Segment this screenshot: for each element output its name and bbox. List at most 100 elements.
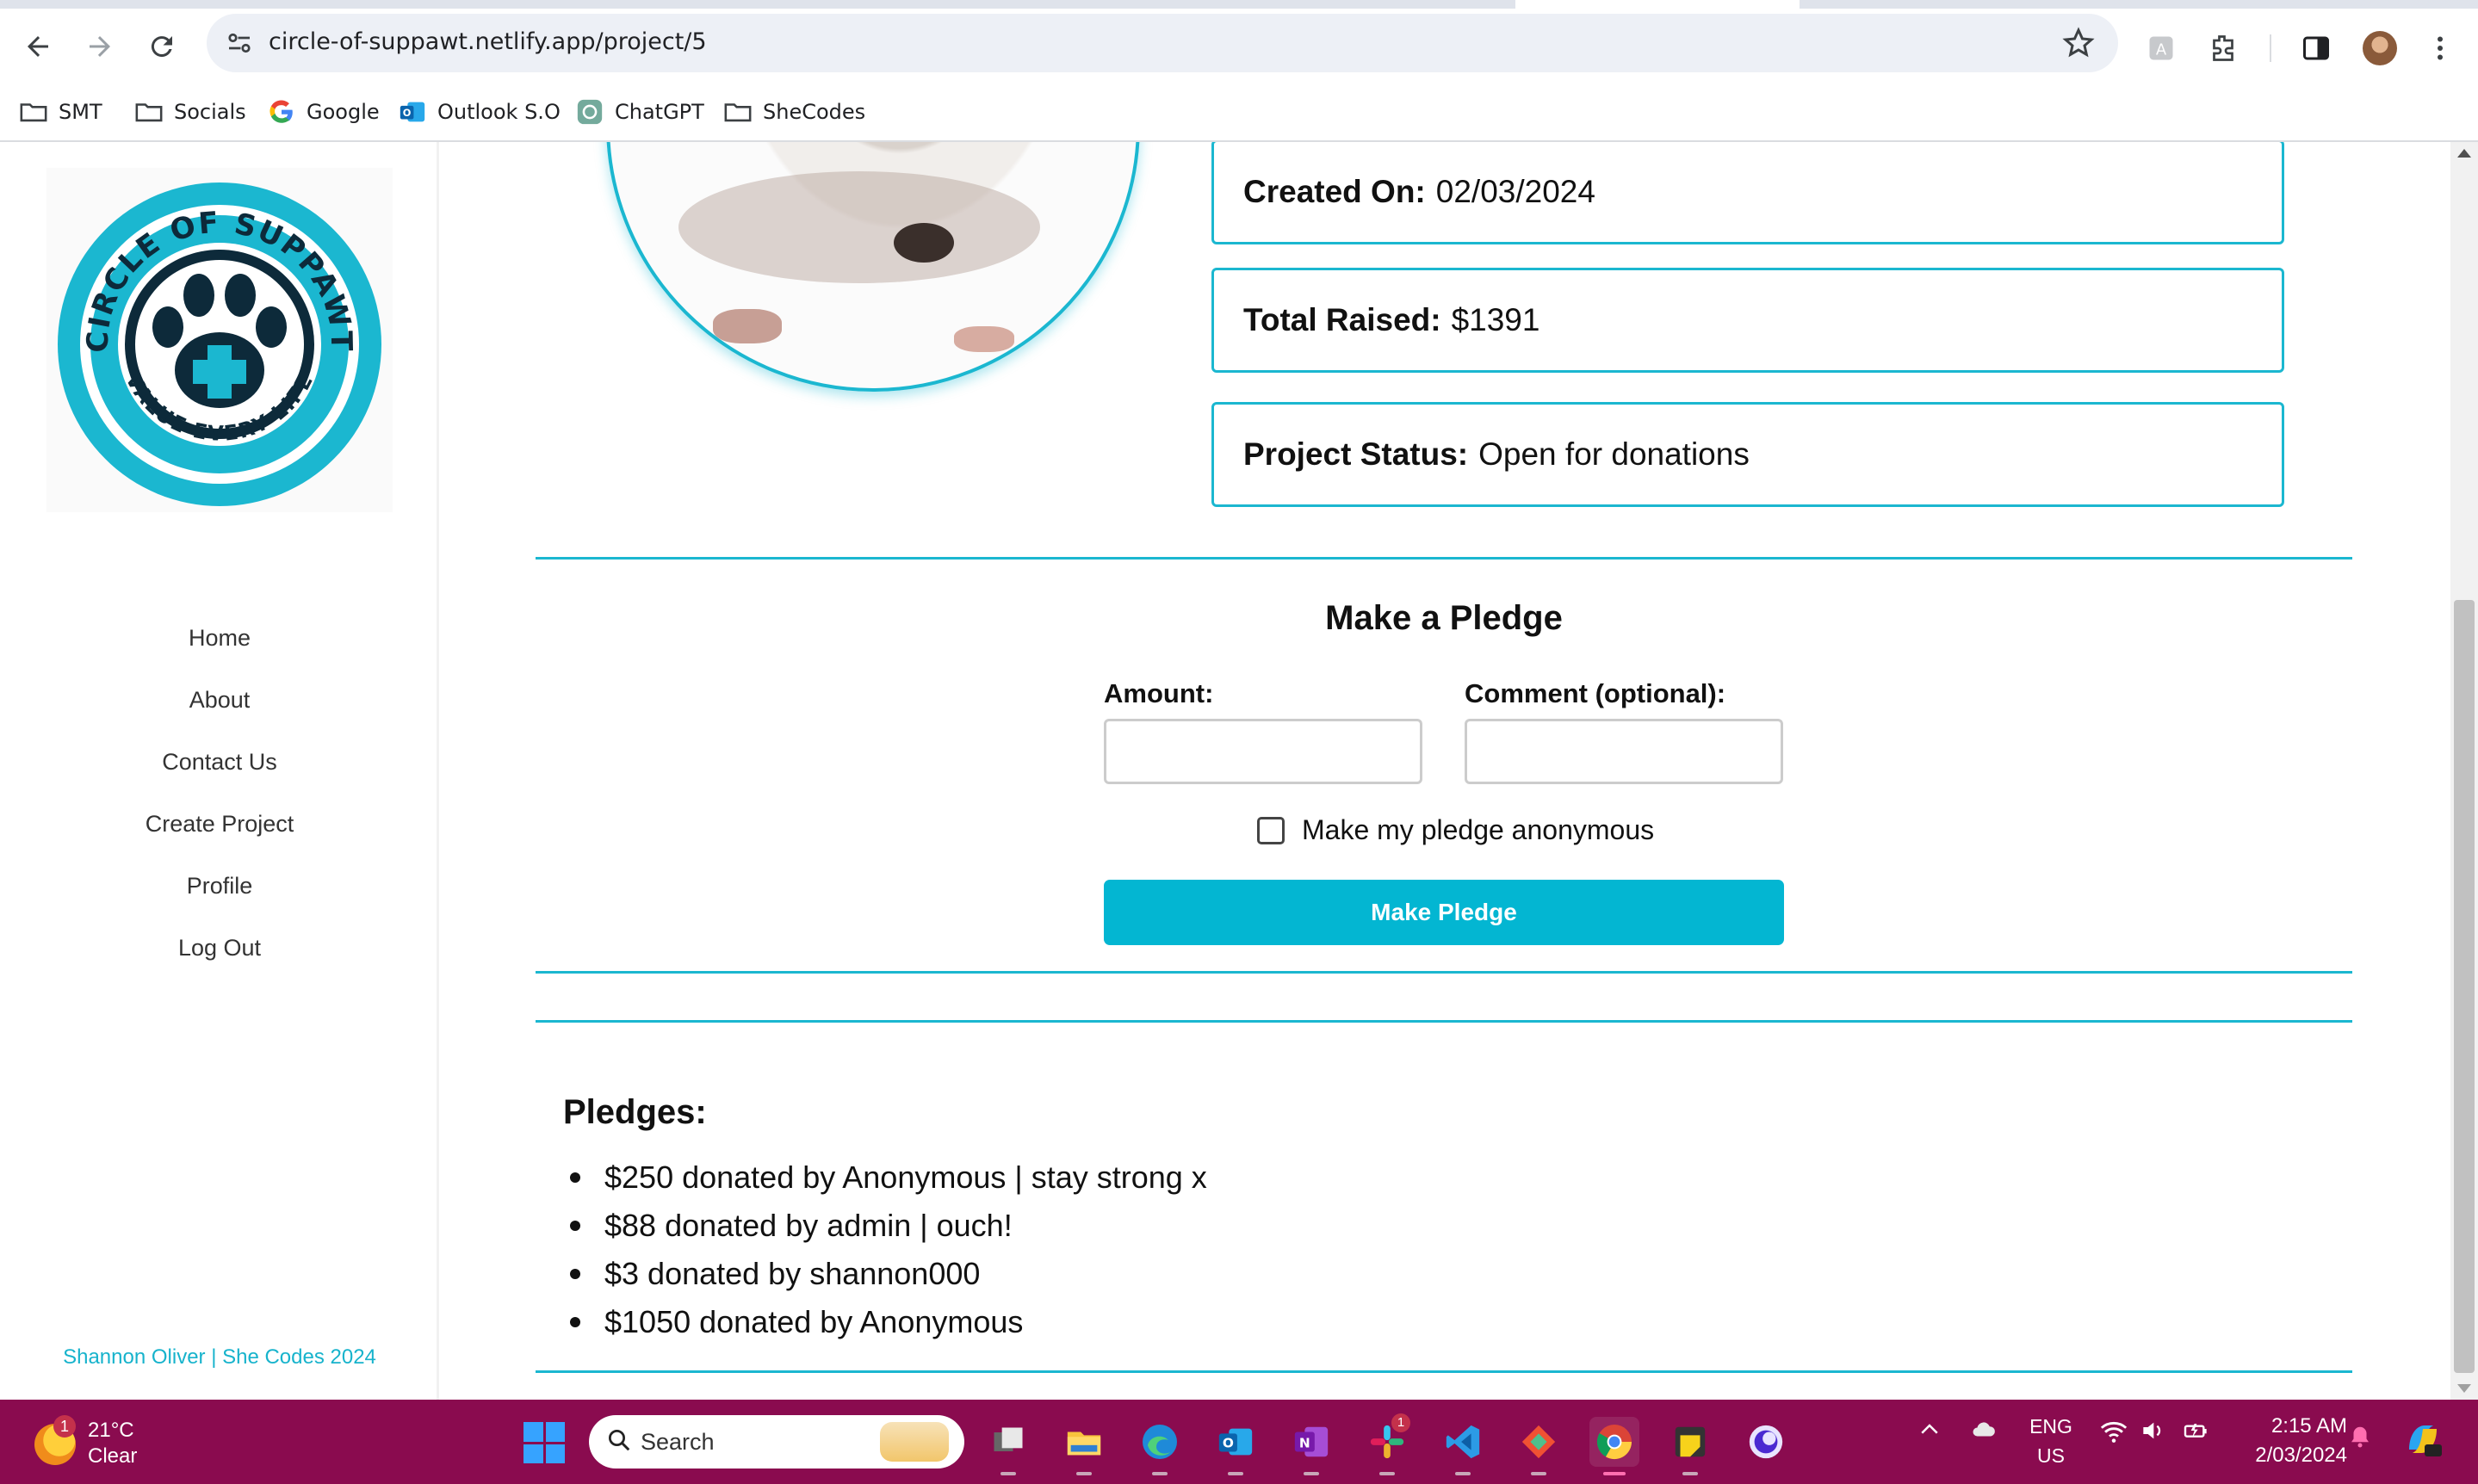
scroll-thumb[interactable]: [2454, 600, 2475, 1373]
toolbar-divider: [2270, 34, 2271, 62]
pledges-list-section: Pledges: $250 donated by Anonymous | sta…: [536, 1020, 2352, 1373]
project-status-card: Project Status: Open for donations: [1211, 402, 2284, 507]
project-image: [606, 142, 1140, 392]
profile-avatar[interactable]: [2363, 31, 2397, 65]
project-content: Created On: 02/03/2024 Total Raised: $13…: [441, 142, 2450, 1400]
search-placeholder: Search: [641, 1428, 715, 1455]
nav-link-home[interactable]: Home: [189, 625, 251, 652]
nav-item-create-project[interactable]: Create Project: [0, 793, 439, 855]
task-view-app[interactable]: [983, 1417, 1033, 1475]
app-indicator: [1531, 1472, 1546, 1475]
anonymous-label[interactable]: Make my pledge anonymous: [1302, 814, 1654, 846]
bookmark-outlook[interactable]: O Outlook S.O: [398, 93, 561, 131]
back-icon[interactable]: [15, 24, 60, 69]
web-page: CIRCLE OF SUPPAWT VALUE EVERY LIFE Home …: [0, 142, 2450, 1400]
task-view-icon: [994, 1427, 1023, 1451]
language-code: ENG: [2029, 1415, 2072, 1438]
bookmark-shecodes[interactable]: SheCodes: [723, 93, 865, 131]
language-indicator[interactable]: ENG US: [2029, 1412, 2073, 1470]
bookmark-google[interactable]: Google: [267, 93, 380, 131]
extension-translate-icon[interactable]: A: [2144, 31, 2178, 65]
file-explorer-app[interactable]: [1059, 1417, 1109, 1475]
chrome-app[interactable]: [1589, 1417, 1639, 1475]
outlook-app[interactable]: O: [1211, 1417, 1261, 1475]
copilot-icon[interactable]: [2402, 1419, 2444, 1466]
page-scrollbar[interactable]: [2450, 142, 2478, 1400]
bookmarks-bar: SMT Socials Google O Outlook S.O ChatGPT…: [0, 86, 2478, 139]
browser-chrome: circle-of-suppawt.netlify.app/project/5 …: [0, 0, 2478, 142]
url-text[interactable]: circle-of-suppawt.netlify.app/project/5: [269, 28, 707, 55]
footer-credit: Shannon Oliver | She Codes 2024: [63, 1345, 376, 1369]
comment-input[interactable]: [1465, 719, 1783, 784]
onenote-icon: N: [1294, 1426, 1329, 1457]
slack-app[interactable]: 1: [1362, 1413, 1412, 1475]
onedrive-icon[interactable]: [1968, 1417, 1999, 1449]
app-indicator: [1076, 1472, 1092, 1475]
chrome-menu-icon[interactable]: [2423, 31, 2457, 65]
system-clock[interactable]: 2:15 AM 2/03/2024: [2235, 1412, 2347, 1470]
outlook-icon: O: [1218, 1428, 1253, 1456]
site-logo[interactable]: CIRCLE OF SUPPAWT VALUE EVERY LIFE: [46, 168, 393, 512]
nav-link-logout[interactable]: Log Out: [178, 935, 261, 962]
comment-label: Comment (optional):: [1465, 678, 1726, 708]
address-bar[interactable]: circle-of-suppawt.netlify.app/project/5: [207, 14, 2118, 72]
battery-icon[interactable]: [2180, 1417, 2211, 1450]
nav-item-home[interactable]: Home: [0, 607, 439, 669]
sticky-notes-app[interactable]: [1665, 1417, 1715, 1475]
bookmark-star-icon[interactable]: [2061, 26, 2096, 60]
svg-text:N: N: [1299, 1436, 1310, 1451]
nav-item-contact[interactable]: Contact Us: [0, 731, 439, 793]
app-indicator: [1000, 1472, 1016, 1475]
pledge-form-title: Make a Pledge: [1325, 599, 1563, 637]
onenote-app[interactable]: N: [1286, 1417, 1336, 1475]
nav-item-about[interactable]: About: [0, 669, 439, 731]
windows-start-icon[interactable]: [523, 1422, 565, 1463]
weather-widget[interactable]: 1 21°C Clear: [34, 1415, 189, 1470]
nav-link-about[interactable]: About: [189, 687, 251, 714]
make-pledge-button[interactable]: Make Pledge: [1104, 880, 1784, 945]
anonymous-checkbox[interactable]: [1257, 816, 1285, 844]
active-tab[interactable]: [1515, 0, 1800, 9]
taskbar-search[interactable]: Search: [589, 1415, 964, 1469]
search-highlight-image: [880, 1422, 949, 1462]
bookmark-label: ChatGPT: [615, 100, 704, 124]
wifi-icon[interactable]: [2099, 1417, 2128, 1452]
forward-icon[interactable]: [77, 24, 122, 69]
pledge-item: $1050 donated by Anonymous: [570, 1298, 1207, 1346]
hedgehog-fur: [678, 171, 1040, 283]
amount-input[interactable]: [1104, 719, 1422, 784]
git-app[interactable]: [1514, 1417, 1564, 1475]
nav-item-logout[interactable]: Log Out: [0, 917, 439, 979]
chatgpt-icon: [577, 99, 603, 125]
nav-link-profile[interactable]: Profile: [187, 873, 253, 900]
sidebar: CIRCLE OF SUPPAWT VALUE EVERY LIFE Home …: [0, 142, 439, 1400]
hedgehog-paw: [954, 326, 1014, 352]
volume-icon[interactable]: [2139, 1417, 2166, 1450]
nav-link-create-project[interactable]: Create Project: [146, 811, 294, 838]
bookmark-chatgpt[interactable]: ChatGPT: [575, 93, 704, 131]
folder-icon: [135, 103, 163, 122]
show-hidden-icons-icon[interactable]: [1917, 1417, 1942, 1449]
edge-app[interactable]: [1135, 1417, 1185, 1475]
app-indicator: [1228, 1472, 1243, 1475]
anonymous-option[interactable]: Make my pledge anonymous: [1257, 814, 1654, 846]
app-indicator: [1603, 1472, 1626, 1475]
screenshot-app[interactable]: [1741, 1417, 1791, 1467]
app-indicator: [1379, 1472, 1395, 1475]
created-on-label: Created On:: [1243, 174, 1426, 209]
notification-bell-icon[interactable]: [2347, 1424, 2373, 1456]
slack-badge: 1: [1391, 1413, 1410, 1432]
pledge-form: Make a Pledge Amount: Comment (optional)…: [536, 557, 2352, 974]
scroll-down-arrow-icon[interactable]: [2457, 1384, 2471, 1393]
bookmark-socials[interactable]: Socials: [134, 93, 246, 131]
total-raised-value: $1391: [1451, 302, 1540, 337]
reload-icon[interactable]: [139, 24, 184, 69]
site-settings-icon[interactable]: [224, 28, 255, 59]
extensions-puzzle-icon[interactable]: [2206, 31, 2240, 65]
nav-item-profile[interactable]: Profile: [0, 855, 439, 917]
vscode-app[interactable]: [1438, 1417, 1488, 1475]
nav-link-contact[interactable]: Contact Us: [162, 749, 277, 776]
side-panel-icon[interactable]: [2299, 31, 2333, 65]
scroll-up-arrow-icon[interactable]: [2457, 149, 2471, 158]
bookmark-smt[interactable]: SMT: [19, 93, 102, 131]
